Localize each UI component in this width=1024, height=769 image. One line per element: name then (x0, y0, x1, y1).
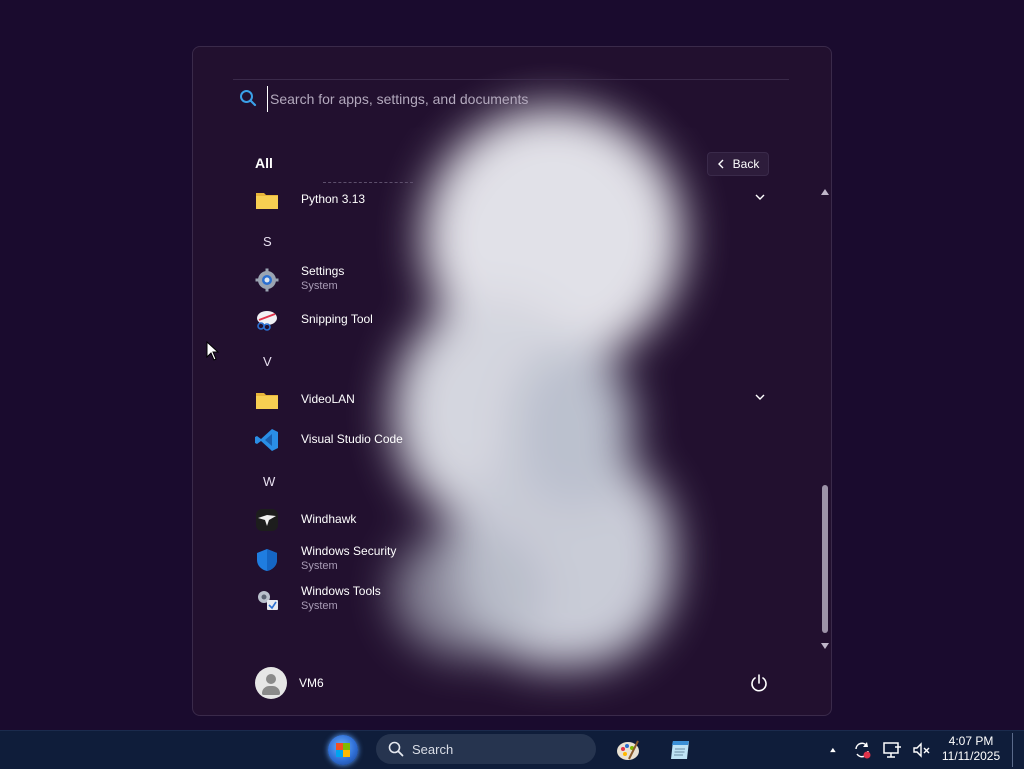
tools-icon (258, 591, 278, 610)
list-item-windhawk[interactable]: Windhawk (249, 502, 779, 538)
chevron-left-icon (717, 159, 724, 169)
chevron-down-icon[interactable] (753, 390, 767, 404)
list-item-snipping-tool[interactable]: Snipping Tool (249, 302, 779, 338)
item-label: Visual Studio Code (301, 432, 403, 446)
letter-header-w[interactable]: W (263, 474, 275, 489)
taskbar-app-paint[interactable] (614, 736, 642, 764)
paint-palette-icon (617, 740, 639, 760)
letter-header-s[interactable]: S (263, 234, 272, 249)
item-label: Windhawk (301, 512, 357, 526)
clock-date: 11/11/2025 (941, 749, 1001, 763)
start-search-bar[interactable] (233, 80, 789, 115)
start-button[interactable] (324, 733, 362, 767)
taskbar-app-notepad[interactable] (666, 736, 694, 764)
clock-time: 4:07 PM (948, 734, 994, 748)
item-label: Windows Security (301, 544, 397, 558)
back-button[interactable]: Back (707, 152, 769, 176)
power-icon[interactable] (749, 673, 769, 693)
scroll-thumb[interactable] (822, 485, 828, 633)
notepad-icon (671, 741, 689, 759)
back-button-label: Back (732, 157, 760, 171)
folder-icon (256, 193, 278, 209)
list-item-windows-tools[interactable]: Windows Tools System (249, 582, 779, 618)
item-label: Settings (301, 264, 345, 278)
item-label: VideoLAN (301, 392, 355, 406)
letter-header-v[interactable]: V (263, 354, 272, 369)
item-label: Windows Tools (301, 584, 381, 598)
item-label: Snipping Tool (301, 312, 373, 326)
show-desktop-button[interactable] (1012, 733, 1023, 767)
list-item-videolan[interactable]: VideoLAN (249, 382, 779, 418)
sync-icon[interactable] (852, 740, 872, 760)
network-icon[interactable] (882, 740, 902, 760)
vscode-icon (255, 429, 278, 451)
mouse-cursor-icon (206, 341, 220, 361)
item-sublabel: System (301, 560, 338, 572)
taskbar: Search 4:07 PM 11/11/2025 (0, 730, 1024, 769)
list-item-windows-security[interactable]: Windows Security System (249, 542, 779, 578)
list-item-python[interactable]: Python 3.13 (249, 182, 779, 218)
snipping-tool-icon (257, 311, 277, 331)
list-item-settings[interactable]: Settings System (249, 262, 779, 298)
taskbar-search-label: Search (412, 741, 454, 757)
scroll-down-arrow-icon[interactable] (821, 643, 829, 649)
item-sublabel: System (301, 280, 338, 292)
shield-icon (257, 549, 277, 571)
clock[interactable]: 4:07 PM 11/11/2025 (938, 734, 1004, 764)
search-icon (240, 90, 257, 107)
list-item-vscode[interactable]: Visual Studio Code (249, 422, 779, 458)
windhawk-icon (256, 509, 278, 531)
item-sublabel: System (301, 600, 338, 612)
scroll-up-arrow-icon[interactable] (821, 189, 829, 195)
windows-orb-icon (328, 735, 358, 765)
section-title: All (255, 155, 273, 171)
user-account-button[interactable]: VM6 (255, 667, 324, 699)
volume-muted-icon[interactable] (912, 740, 932, 760)
item-label: Python 3.13 (301, 192, 366, 206)
avatar (255, 667, 287, 699)
start-menu: All Back Python 3.13 S (192, 46, 832, 716)
chevron-up-icon[interactable] (828, 740, 842, 760)
taskbar-search[interactable]: Search (376, 734, 596, 764)
system-tray (828, 731, 932, 769)
gear-icon (255, 268, 279, 292)
chevron-down-icon[interactable] (753, 190, 767, 204)
search-input[interactable] (267, 86, 772, 112)
user-name: VM6 (299, 676, 324, 690)
search-icon (388, 741, 404, 757)
folder-icon (256, 393, 278, 409)
scrollbar[interactable] (821, 189, 829, 649)
